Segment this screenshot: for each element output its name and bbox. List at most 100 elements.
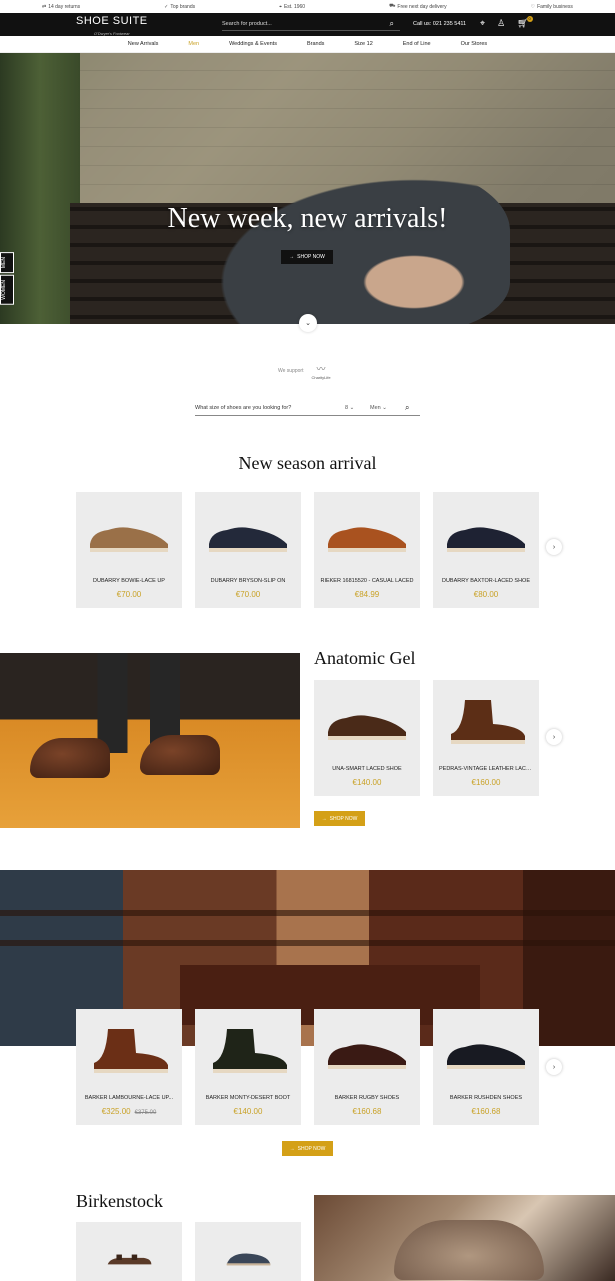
delivery-info: ⛟ Free next day delivery: [389, 3, 447, 10]
store-shelf: [0, 910, 615, 916]
search-input[interactable]: [222, 20, 372, 27]
price-current: €80.00: [473, 590, 499, 599]
chevron-right-icon: ›: [552, 543, 556, 551]
product-card[interactable]: DUBARRY BRYSON-SLIP ON €70.00: [195, 492, 301, 608]
cart-icon[interactable]: 🛒︎ 0: [517, 16, 533, 29]
product-card[interactable]: [76, 1222, 182, 1281]
product-name[interactable]: DUBARRY BAXTOR-LACED SHOE: [433, 578, 539, 584]
product-price: €84.99: [314, 590, 420, 599]
price-current: €325.00: [101, 1107, 131, 1116]
nav-our-stores[interactable]: Our Stores: [446, 41, 503, 47]
established-info: ⌖ Est. 1960: [279, 3, 306, 10]
product-price: €70.00: [76, 590, 182, 599]
top-info-bar: ⇄ 14 day returns ✓ Top brands ⌖ Est. 1960 ⛟…: [0, 0, 615, 13]
page: ⇄ 14 day returns ✓ Top brands ⌖ Est. 1960 ⛟…: [0, 0, 615, 1281]
feature-slipper: [394, 1220, 544, 1280]
anatomic-feature-image: [0, 653, 300, 828]
tab-women[interactable]: WOMEN: [0, 275, 14, 305]
hero-title: New week, new arrivals!: [167, 203, 448, 234]
product-name[interactable]: UNA-SMART LACED SHOE: [314, 766, 420, 772]
carousel-next-button[interactable]: ›: [546, 1059, 562, 1075]
heart-icon: ♡: [530, 3, 536, 10]
anatomic-shop-now-button[interactable]: → SHOP NOW: [314, 811, 365, 826]
size-question: What size of shoes are you looking for?: [195, 404, 292, 411]
section-title-new-season: New season arrival: [238, 453, 377, 473]
charity-logo[interactable]: 〰 CharityLife: [311, 362, 330, 380]
gender-side-tabs: MEN WOMEN: [0, 252, 14, 307]
product-name[interactable]: BARKER RUGBY SHOES: [314, 1095, 420, 1101]
sandal-image: [107, 1254, 152, 1265]
product-name[interactable]: PEDRAS-VINTAGE LEATHER LACE...: [433, 766, 539, 772]
hero-person-photo: [190, 163, 510, 324]
shoe-image: [451, 700, 525, 744]
nav-weddings-events[interactable]: Weddings & Events: [214, 41, 292, 47]
price-current: €160.68: [471, 1107, 501, 1116]
product-price: €325.00 €375.00: [76, 1107, 182, 1116]
arrow-right-icon: →: [289, 1145, 295, 1152]
product-card[interactable]: UNA-SMART LACED SHOE €140.00: [314, 680, 420, 796]
price-old: €375.00: [134, 1110, 157, 1116]
carousel-next-button[interactable]: ›: [546, 539, 562, 555]
family-info: ♡ Family business: [530, 3, 573, 10]
nav-end-of-line[interactable]: End of Line: [388, 41, 446, 47]
search-icon[interactable]: ⌕: [405, 403, 409, 413]
header-icons: ⌖ ♙ 🛒︎ 0: [480, 16, 533, 29]
product-name[interactable]: BARKER LAMBOURNE-LACE UP...: [76, 1095, 182, 1101]
product-name[interactable]: BARKER MONTY-DESERT BOOT: [195, 1095, 301, 1101]
price-current: €160.68: [352, 1107, 382, 1116]
product-card[interactable]: BARKER RUGBY SHOES €160.68: [314, 1009, 420, 1125]
barker-shop-now-button[interactable]: → SHOP NOW: [282, 1141, 333, 1156]
shoe-image: [447, 527, 525, 552]
product-card[interactable]: BARKER MONTY-DESERT BOOT €140.00: [195, 1009, 301, 1125]
product-card[interactable]: [195, 1222, 301, 1281]
product-card[interactable]: BARKER RUSHDEN SHOES €160.68: [433, 1009, 539, 1125]
tab-men[interactable]: MEN: [0, 252, 14, 274]
hero-banner: New week, new arrivals! → SHOP NOW: [0, 53, 615, 324]
scroll-down-button[interactable]: ⌄: [299, 314, 317, 332]
search-box: ⌕: [222, 17, 400, 31]
location-icon[interactable]: ⌖: [480, 18, 485, 29]
shoe-image: [328, 715, 406, 740]
product-card[interactable]: DUBARRY BOWIE-LACE UP €70.00: [76, 492, 182, 608]
product-name[interactable]: DUBARRY BRYSON-SLIP ON: [195, 578, 301, 584]
product-card[interactable]: PEDRAS-VINTAGE LEATHER LACE... €160.00: [433, 680, 539, 796]
section-title-anatomic: Anatomic Gel: [314, 648, 416, 668]
product-name[interactable]: BARKER RUSHDEN SHOES: [433, 1095, 539, 1101]
product-card[interactable]: DUBARRY BAXTOR-LACED SHOE €80.00: [433, 492, 539, 608]
price-current: €70.00: [235, 590, 261, 599]
clog-image: [226, 1253, 271, 1266]
product-card[interactable]: BARKER LAMBOURNE-LACE UP... €325.00 €375.0…: [76, 1009, 182, 1125]
arrow-right-icon: →: [289, 254, 295, 260]
price-current: €70.00: [116, 590, 142, 599]
product-name[interactable]: RIEKER 16815520 - CASUAL LACED: [314, 578, 420, 584]
price-current: €140.00: [233, 1107, 263, 1116]
account-icon[interactable]: ♙: [497, 18, 505, 29]
product-price: €160.00: [433, 778, 539, 787]
gender-select[interactable]: Men ⌄: [370, 405, 405, 411]
chevron-down-icon: ⌄: [382, 404, 387, 411]
search-icon[interactable]: ⌕: [390, 19, 394, 29]
shoe-image: [90, 527, 168, 552]
shoe-image: [213, 1029, 287, 1073]
size-select[interactable]: 8 ⌄: [345, 405, 370, 411]
brands-info: ✓ Top brands: [164, 3, 196, 10]
product-price: €160.68: [433, 1107, 539, 1116]
section-title-birkenstock: Birkenstock: [76, 1191, 163, 1211]
logo-text: SHOE SUITE: [76, 15, 148, 27]
nav-men[interactable]: Men: [173, 41, 214, 47]
product-card[interactable]: RIEKER 16815520 - CASUAL LACED €84.99: [314, 492, 420, 608]
main-nav: New Arrivals Men Weddings & Events Brand…: [0, 36, 615, 53]
nav-brands[interactable]: Brands: [292, 41, 339, 47]
nav-new-arrivals[interactable]: New Arrivals: [113, 41, 174, 47]
nav-size-12[interactable]: Size 12: [339, 41, 387, 47]
carousel-next-button[interactable]: ›: [546, 729, 562, 745]
price-current: €84.99: [354, 590, 380, 599]
product-name[interactable]: DUBARRY BOWIE-LACE UP: [76, 578, 182, 584]
shoe-image: [328, 527, 406, 552]
hero-shop-now-button[interactable]: → SHOP NOW: [281, 250, 333, 264]
product-price: €160.68: [314, 1107, 420, 1116]
support-label: We support: [278, 368, 304, 374]
product-price: €70.00: [195, 590, 301, 599]
cart-count-badge: 0: [526, 16, 533, 22]
call-us[interactable]: Call us: 021 235 5411: [413, 21, 466, 27]
